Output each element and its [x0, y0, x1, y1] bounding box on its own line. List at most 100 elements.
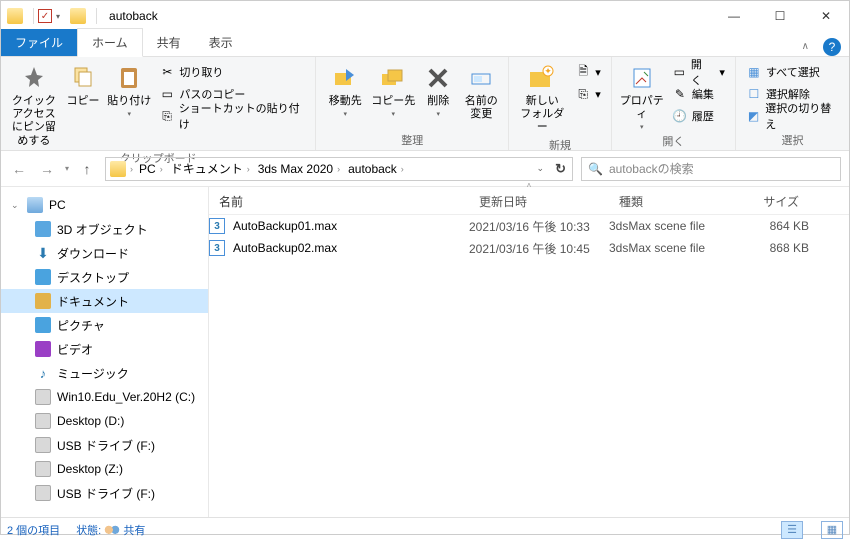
tree-item[interactable]: デスクトップ — [1, 265, 208, 289]
drive-icon — [35, 485, 51, 501]
up-button[interactable]: ↑ — [77, 161, 97, 177]
paste-shortcut-button[interactable]: ⎘ショートカットの貼り付け — [155, 105, 309, 127]
file-row[interactable]: 3AutoBackup02.max2021/03/16 午後 10:453dsM… — [209, 237, 849, 259]
breadcrumb-item[interactable]: 3ds Max 2020› — [254, 158, 344, 180]
ribbon: クイック アクセス にピン留めする コピー 貼り付け ▾ ✂切り取り ▭パスのコ… — [1, 57, 849, 151]
edit-button[interactable]: ✎編集 — [668, 83, 729, 105]
tree-item[interactable]: ドキュメント — [1, 289, 208, 313]
tab-home[interactable]: ホーム — [77, 28, 143, 57]
tree-item[interactable]: ⬇ダウンロード — [1, 241, 208, 265]
selectinvert-icon: ◩ — [746, 108, 761, 124]
ribbon-tabs: ファイル ホーム 共有 表示 ∧ ? — [1, 31, 849, 57]
help-button[interactable]: ? — [823, 38, 841, 56]
easyaccess-icon: ⎘ — [575, 86, 591, 102]
easy-access-button[interactable]: ⎘▾ — [571, 83, 605, 105]
group-label: 新規 — [515, 135, 605, 155]
paste-button[interactable]: 貼り付け ▾ — [105, 59, 153, 118]
file-row[interactable]: 3AutoBackup01.max2021/03/16 午後 10:333dsM… — [209, 215, 849, 237]
drive-icon — [35, 389, 51, 405]
dl-icon: ⬇ — [35, 245, 51, 261]
tree-item[interactable]: Win10.Edu_Ver.20H2 (C:) — [1, 385, 208, 409]
forward-button[interactable]: → — [37, 161, 57, 177]
tree-item[interactable]: Desktop (D:) — [1, 409, 208, 433]
moveto-icon — [330, 63, 360, 93]
recent-dropdown-icon[interactable]: ▾ — [65, 164, 69, 173]
copy-button[interactable]: コピー — [63, 59, 103, 108]
tree-item[interactable]: 3D オブジェクト — [1, 217, 208, 241]
ribbon-collapse-icon[interactable]: ∧ — [796, 37, 815, 56]
properties-button[interactable]: プロパティ▾ — [618, 59, 666, 131]
view-large-button[interactable]: ▦ — [821, 521, 843, 539]
file-list: ˄ 名前 更新日時 種類 サイズ 3AutoBackup01.max2021/0… — [209, 187, 849, 517]
doc-icon — [35, 293, 51, 309]
delete-button[interactable]: 削除▾ — [418, 59, 458, 118]
tree-item[interactable]: ピクチャ — [1, 313, 208, 337]
tab-share[interactable]: 共有 — [143, 29, 195, 56]
pin-quickaccess-button[interactable]: クイック アクセス にピン留めする — [7, 59, 61, 148]
separator — [33, 8, 34, 24]
tree-item[interactable]: USB ドライブ (F:) — [1, 481, 208, 505]
chevron-down-icon[interactable]: ⌄ — [11, 200, 21, 211]
paste-icon — [114, 63, 144, 93]
tab-file[interactable]: ファイル — [1, 29, 77, 56]
select-invert-button[interactable]: ◩選択の切り替え — [742, 105, 843, 127]
tree-root-pc[interactable]: ⌄ PC — [1, 193, 208, 217]
rename-button[interactable]: 名前の 変更 — [460, 59, 502, 121]
moveto-button[interactable]: 移動先▾ — [322, 59, 368, 118]
group-label: 選択 — [742, 130, 843, 150]
history-button[interactable]: 🕘履歴 — [668, 105, 729, 127]
col-type[interactable]: 種類 — [609, 193, 729, 210]
drive-icon — [35, 413, 51, 429]
selectall-icon: ▦ — [746, 64, 762, 80]
address-bar[interactable]: › PC›ドキュメント›3ds Max 2020›autoback› ⌄ ↻ — [105, 157, 573, 181]
breadcrumb-item[interactable]: autoback› — [344, 158, 408, 180]
column-headers: 名前 更新日時 種類 サイズ — [209, 189, 849, 215]
minimize-button[interactable]: ― — [711, 1, 757, 31]
new-folder-button[interactable]: ✦ 新しい フォルダー — [515, 59, 569, 135]
back-button[interactable]: ← — [9, 161, 29, 177]
max-file-icon: 3 — [209, 218, 225, 234]
chevron-right-icon[interactable]: › — [160, 164, 163, 174]
copyto-button[interactable]: コピー先▾ — [370, 59, 416, 118]
chevron-right-icon[interactable]: › — [247, 164, 250, 174]
tree-item[interactable]: Desktop (Z:) — [1, 457, 208, 481]
chevron-right-icon[interactable]: › — [130, 164, 133, 174]
refresh-button[interactable]: ↻ — [555, 161, 566, 177]
tree-item[interactable]: ビデオ — [1, 337, 208, 361]
new-folder-icon: ✦ — [527, 63, 557, 93]
history-icon: 🕘 — [672, 108, 688, 124]
group-clipboard: クイック アクセス にピン留めする コピー 貼り付け ▾ ✂切り取り ▭パスのコ… — [1, 57, 316, 150]
music-icon: ♪ — [35, 365, 51, 381]
pc-icon — [27, 197, 43, 213]
view-details-button[interactable]: ☰ — [781, 521, 803, 539]
delete-icon — [423, 63, 453, 93]
qat-properties-icon[interactable]: ✓ — [38, 9, 52, 23]
search-input[interactable]: 🔍 autobackの検索 — [581, 157, 841, 181]
nav-tree[interactable]: ⌄ PC 3D オブジェクト⬇ダウンロードデスクトップドキュメントピクチャビデオ… — [1, 187, 209, 517]
group-select: ▦すべて選択 ☐選択解除 ◩選択の切り替え 選択 — [736, 57, 849, 150]
breadcrumb-item[interactable]: ドキュメント› — [167, 158, 254, 180]
tab-view[interactable]: 表示 — [195, 29, 247, 56]
open-button[interactable]: ▭開く▾ — [668, 61, 729, 83]
tree-item[interactable]: ♪ミュージック — [1, 361, 208, 385]
maximize-button[interactable]: ☐ — [757, 1, 803, 31]
address-dropdown-icon[interactable]: ⌄ — [536, 163, 544, 174]
status-state: 状態: 共有 — [76, 522, 145, 538]
vid-icon — [35, 341, 51, 357]
chevron-right-icon[interactable]: › — [401, 164, 404, 174]
pin-icon — [19, 63, 49, 93]
new-item-button[interactable]: 🗎▾ — [571, 61, 605, 83]
folder-icon — [70, 8, 86, 24]
col-size[interactable]: サイズ — [729, 193, 809, 210]
drive-icon — [35, 437, 51, 453]
breadcrumb-item[interactable]: PC› — [135, 158, 167, 180]
cut-button[interactable]: ✂切り取り — [155, 61, 309, 83]
close-button[interactable]: ✕ — [803, 1, 849, 31]
col-date[interactable]: 更新日時 — [469, 193, 609, 210]
col-name[interactable]: 名前 — [209, 193, 469, 210]
chevron-down-icon: ▾ — [128, 110, 132, 118]
qat-dropdown-icon[interactable]: ▾ — [56, 12, 60, 21]
chevron-right-icon[interactable]: › — [337, 164, 340, 174]
tree-item[interactable]: USB ドライブ (F:) — [1, 433, 208, 457]
select-all-button[interactable]: ▦すべて選択 — [742, 61, 843, 83]
